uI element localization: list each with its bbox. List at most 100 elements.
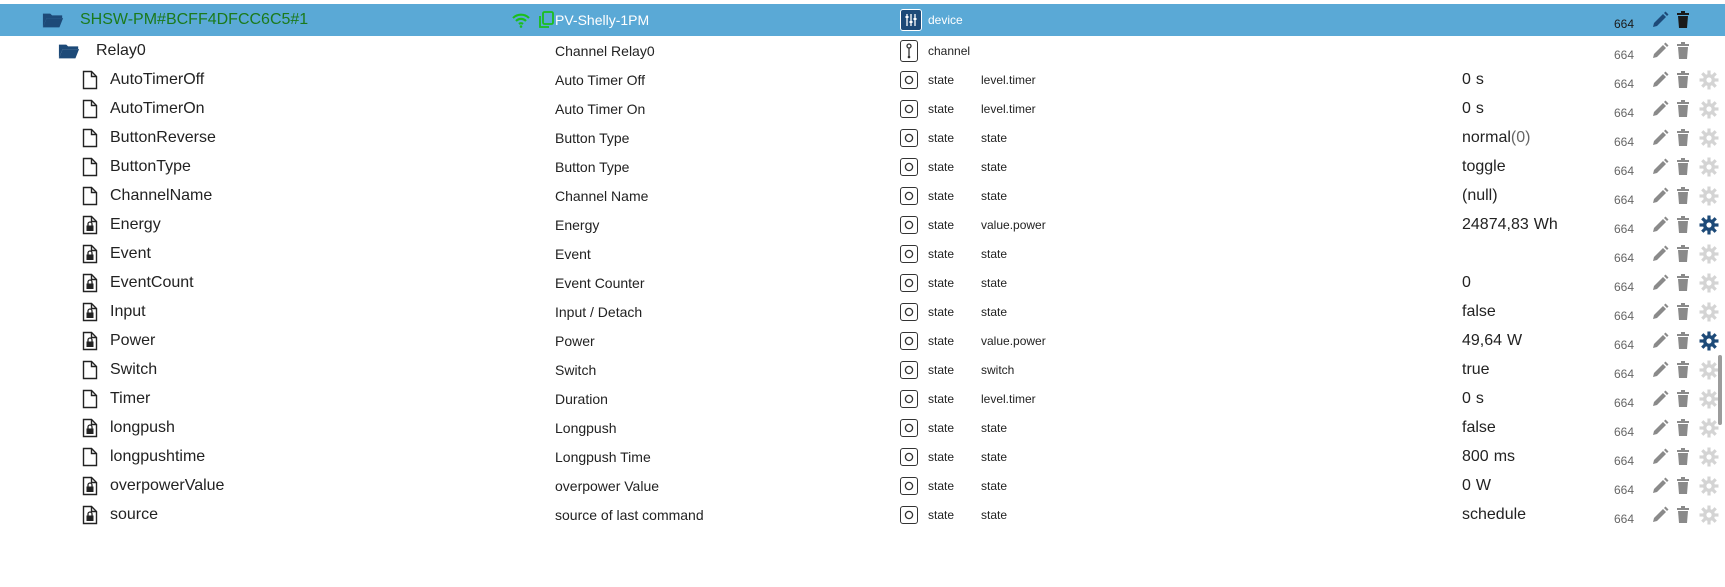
edit-icon[interactable] (1651, 152, 1669, 181)
state-value[interactable]: toggle (1462, 152, 1506, 181)
tree-row-state[interactable]: Switch Switch state switch true 664 (0, 355, 1725, 384)
edit-icon[interactable] (1651, 384, 1669, 413)
delete-icon[interactable] (1676, 36, 1690, 65)
edit-icon[interactable] (1651, 94, 1669, 123)
settings-gear-icon[interactable] (1699, 152, 1719, 181)
edit-icon[interactable] (1651, 239, 1669, 268)
state-value[interactable]: false (1462, 413, 1496, 442)
tree-row-state[interactable]: Power Power state value.power 49,64 W 664 (0, 326, 1725, 355)
edit-icon[interactable] (1651, 326, 1669, 355)
tree-row-state[interactable]: ChannelName Channel Name state state (null) 6… (0, 181, 1725, 210)
state-role: level.timer (981, 101, 1036, 116)
settings-gear-icon[interactable] (1699, 500, 1719, 529)
edit-icon[interactable] (1651, 413, 1669, 442)
settings-gear-icon[interactable] (1699, 442, 1719, 471)
state-value[interactable]: 0s (1462, 94, 1484, 123)
state-value[interactable]: 0s (1462, 65, 1484, 94)
tree-row-state[interactable]: EventCount Event Counter state state 0 664 (0, 268, 1725, 297)
state-type-icon (900, 152, 918, 181)
settings-gear-icon[interactable] (1699, 94, 1719, 123)
state-type-icon (900, 326, 918, 355)
state-value[interactable]: 49,64 W (1462, 326, 1522, 355)
delete-icon[interactable] (1676, 181, 1690, 210)
edit-icon[interactable] (1651, 4, 1669, 36)
delete-icon[interactable] (1676, 413, 1690, 442)
state-description: Duration (555, 390, 608, 407)
settings-gear-icon[interactable] (1699, 239, 1719, 268)
delete-icon[interactable] (1676, 355, 1690, 384)
tree-row-state[interactable]: Input Input / Detach state state false 664 (0, 297, 1725, 326)
state-value[interactable]: 0 (1462, 268, 1471, 297)
tree-row-state[interactable]: longpushtime Longpush Time state state 800 ms… (0, 442, 1725, 471)
folder-open-icon[interactable] (42, 4, 64, 36)
state-value[interactable]: (null) (1462, 181, 1498, 210)
copy-icon[interactable] (538, 4, 554, 36)
state-value[interactable]: true (1462, 355, 1490, 384)
edit-icon[interactable] (1651, 500, 1669, 529)
delete-icon[interactable] (1676, 384, 1690, 413)
state-value[interactable]: 0W (1462, 471, 1491, 500)
edit-icon[interactable] (1651, 268, 1669, 297)
tree-row-state[interactable]: longpush Longpush state state false 664 (0, 413, 1725, 442)
state-type-label: state (928, 246, 955, 261)
delete-icon[interactable] (1676, 268, 1690, 297)
edit-icon[interactable] (1651, 210, 1669, 239)
scrollbar[interactable] (1718, 355, 1722, 425)
tree-row-state[interactable]: AutoTimerOn Auto Timer On state level.timer… (0, 94, 1725, 123)
edit-icon[interactable] (1651, 123, 1669, 152)
delete-icon[interactable] (1676, 471, 1690, 500)
state-description: Switch (555, 361, 597, 378)
state-value[interactable]: normal (0) (1462, 123, 1530, 152)
state-value[interactable]: 0s (1462, 384, 1484, 413)
locked-file-icon (79, 500, 101, 529)
delete-icon[interactable] (1676, 500, 1690, 529)
tree-row-state[interactable]: ButtonType Button Type state state toggle 664 (0, 152, 1725, 181)
delete-icon[interactable] (1676, 65, 1690, 94)
edit-icon[interactable] (1651, 297, 1669, 326)
delete-icon[interactable] (1676, 210, 1690, 239)
state-type-icon (900, 355, 918, 384)
folder-open-icon[interactable] (58, 36, 80, 65)
tree-row-state[interactable]: Energy Energy state value.power 24874,83 Wh 66… (0, 210, 1725, 239)
state-role: state (981, 449, 1008, 464)
tree-row-state[interactable]: Timer Duration state level.timer 0 s 664 (0, 384, 1725, 413)
edit-icon[interactable] (1651, 471, 1669, 500)
settings-gear-icon[interactable] (1699, 297, 1719, 326)
tree-row-state[interactable]: AutoTimerOff Auto Timer Off state level.tim… (0, 65, 1725, 94)
settings-gear-icon[interactable] (1699, 65, 1719, 94)
settings-gear-icon[interactable] (1699, 123, 1719, 152)
delete-icon[interactable] (1676, 442, 1690, 471)
edit-icon[interactable] (1651, 65, 1669, 94)
tree-row-state[interactable]: overpowerValue overpower Value state state 0… (0, 471, 1725, 500)
state-value[interactable]: false (1462, 297, 1496, 326)
edit-icon[interactable] (1651, 355, 1669, 384)
delete-icon[interactable] (1676, 297, 1690, 326)
locked-file-icon (79, 297, 101, 326)
state-value[interactable]: 800 ms (1462, 442, 1515, 471)
settings-gear-icon[interactable] (1699, 181, 1719, 210)
state-value[interactable]: 24874,83 Wh (1462, 210, 1558, 239)
tree-row-state[interactable]: ButtonReverse Button Type state state normal… (0, 123, 1725, 152)
state-value-unit: W (1475, 476, 1492, 494)
settings-gear-icon[interactable] (1699, 326, 1719, 355)
edit-icon[interactable] (1651, 442, 1669, 471)
settings-gear-icon[interactable] (1699, 210, 1719, 239)
settings-gear-icon[interactable] (1699, 384, 1719, 413)
edit-icon[interactable] (1651, 181, 1669, 210)
delete-icon[interactable] (1676, 326, 1690, 355)
tree-row-device[interactable]: SHSW-PM#BCFF4DFCC6C5#1 PV-Shelly-1PM dev… (0, 4, 1725, 36)
state-value[interactable]: schedule (1462, 500, 1526, 529)
settings-gear-icon[interactable] (1699, 471, 1719, 500)
delete-icon[interactable] (1676, 94, 1690, 123)
tree-row-state[interactable]: Event Event state state 664 (0, 239, 1725, 268)
delete-icon[interactable] (1676, 123, 1690, 152)
edit-icon[interactable] (1651, 36, 1669, 65)
settings-gear-icon[interactable] (1699, 268, 1719, 297)
delete-icon[interactable] (1676, 4, 1690, 36)
tree-row-state[interactable]: source source of last command state state sc… (0, 500, 1725, 529)
tree-row-channel[interactable]: Relay0 Channel Relay0 channel 664 (0, 36, 1725, 65)
delete-icon[interactable] (1676, 152, 1690, 181)
settings-gear-icon[interactable] (1699, 355, 1719, 384)
delete-icon[interactable] (1676, 239, 1690, 268)
settings-gear-icon[interactable] (1699, 413, 1719, 442)
